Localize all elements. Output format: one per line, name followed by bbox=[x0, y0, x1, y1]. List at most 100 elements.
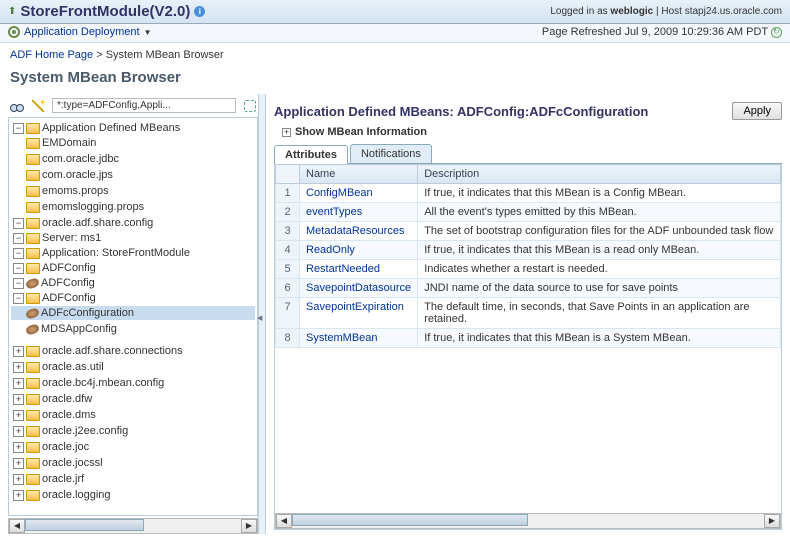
tree-item[interactable]: oracle.logging bbox=[42, 489, 111, 501]
tab-attributes[interactable]: Attributes bbox=[274, 145, 348, 164]
binoculars-icon[interactable] bbox=[10, 100, 24, 112]
table-row[interactable]: 6SavepointDatasourceJNDI name of the dat… bbox=[276, 279, 781, 298]
expand-icon[interactable]: + bbox=[13, 426, 24, 437]
tree-item[interactable]: oracle.joc bbox=[42, 441, 89, 453]
expand-icon[interactable]: + bbox=[13, 458, 24, 469]
collapse-icon[interactable]: − bbox=[13, 263, 24, 274]
collapse-icon[interactable]: − bbox=[13, 123, 24, 134]
folder-icon bbox=[26, 202, 40, 213]
apply-button[interactable]: Apply bbox=[732, 102, 782, 120]
tree-item[interactable]: oracle.j2ee.config bbox=[42, 425, 128, 437]
attr-link[interactable]: eventTypes bbox=[306, 206, 362, 218]
col-desc[interactable]: Description bbox=[418, 165, 781, 184]
attr-link[interactable]: SavepointDatasource bbox=[306, 282, 411, 294]
table-row[interactable]: 5RestartNeededIndicates whether a restar… bbox=[276, 260, 781, 279]
tree-toolbar: *:type=ADFConfig,Appli... bbox=[8, 94, 258, 117]
tree-item[interactable]: Application: StoreFrontModule bbox=[42, 247, 190, 259]
folder-icon bbox=[26, 426, 40, 437]
tree-item-selected[interactable]: ADFcConfiguration bbox=[11, 306, 255, 320]
tree-item[interactable]: oracle.dfw bbox=[42, 393, 92, 405]
breadcrumb-home[interactable]: ADF Home Page bbox=[10, 49, 93, 61]
table-hscroll[interactable]: ◀ ▶ bbox=[275, 513, 781, 529]
tree-item[interactable]: com.oracle.jps bbox=[42, 169, 113, 181]
attr-link[interactable]: ReadOnly bbox=[306, 244, 355, 256]
table-row[interactable]: 8SystemMBeanIf true, it indicates that t… bbox=[276, 329, 781, 348]
tree-item[interactable]: EMDomain bbox=[42, 137, 96, 149]
tree-item[interactable]: oracle.dms bbox=[42, 409, 96, 421]
scroll-left-icon[interactable]: ◀ bbox=[9, 519, 25, 533]
tree-item[interactable]: oracle.as.util bbox=[42, 361, 104, 373]
row-num: 6 bbox=[276, 279, 300, 298]
expand-icon[interactable]: + bbox=[282, 128, 291, 137]
expand-icon[interactable]: + bbox=[13, 410, 24, 421]
show-mbean-info[interactable]: + Show MBean Information bbox=[274, 124, 782, 144]
refresh-icon[interactable] bbox=[244, 100, 256, 112]
tree-item[interactable]: emomslogging.props bbox=[42, 201, 144, 213]
tree-item[interactable]: oracle.adf.share.config bbox=[42, 217, 153, 229]
tree-item[interactable]: ADFConfig bbox=[42, 262, 96, 274]
tree-item[interactable]: oracle.jocssl bbox=[42, 457, 103, 469]
tree-item[interactable]: oracle.adf.share.connections bbox=[42, 345, 183, 357]
tab-notifications[interactable]: Notifications bbox=[350, 144, 432, 163]
tree-item[interactable]: ADFConfig bbox=[42, 292, 96, 304]
tree-item[interactable]: com.oracle.jdbc bbox=[42, 153, 119, 165]
row-num: 8 bbox=[276, 329, 300, 348]
attr-link[interactable]: SystemMBean bbox=[306, 332, 378, 344]
collapse-icon[interactable]: − bbox=[13, 278, 24, 289]
attr-link[interactable]: MetadataResources bbox=[306, 225, 404, 237]
header-bar: ⬆ StoreFrontModule(V2.0) i Logged in as … bbox=[0, 0, 790, 24]
scroll-right-icon[interactable]: ▶ bbox=[764, 514, 780, 528]
expand-icon[interactable]: + bbox=[13, 362, 24, 373]
attr-desc: All the event's types emitted by this MB… bbox=[418, 203, 781, 222]
tree-item[interactable]: MDSAppConfig bbox=[41, 323, 117, 335]
attr-link[interactable]: SavepointExpiration bbox=[306, 301, 404, 313]
tree-hscroll[interactable]: ◀ ▶ bbox=[8, 518, 258, 534]
expand-icon[interactable]: + bbox=[13, 394, 24, 405]
splitter[interactable] bbox=[258, 94, 266, 534]
tree-root[interactable]: Application Defined MBeans bbox=[42, 122, 180, 134]
scroll-right-icon[interactable]: ▶ bbox=[241, 519, 257, 533]
expand-icon[interactable]: + bbox=[13, 346, 24, 357]
folder-icon bbox=[26, 490, 40, 501]
table-row[interactable]: 3MetadataResourcesThe set of bootstrap c… bbox=[276, 222, 781, 241]
folder-icon bbox=[26, 293, 40, 304]
collapse-icon[interactable]: − bbox=[13, 293, 24, 304]
tree-item[interactable]: emoms.props bbox=[42, 185, 109, 197]
expand-icon[interactable]: + bbox=[13, 378, 24, 389]
tree-item[interactable]: oracle.jrf bbox=[42, 473, 84, 485]
collapse-icon[interactable]: − bbox=[13, 233, 24, 244]
scroll-left-icon[interactable]: ◀ bbox=[276, 514, 292, 528]
info-icon[interactable]: i bbox=[194, 6, 205, 17]
folder-icon bbox=[26, 410, 40, 421]
collapse-icon[interactable]: − bbox=[13, 218, 24, 229]
chevron-down-icon[interactable]: ▼ bbox=[144, 28, 152, 37]
expand-icon[interactable]: + bbox=[13, 442, 24, 453]
folder-icon bbox=[26, 474, 40, 485]
attr-link[interactable]: RestartNeeded bbox=[306, 263, 380, 275]
table-row[interactable]: 1ConfigMBeanIf true, it indicates that t… bbox=[276, 184, 781, 203]
wand-icon[interactable] bbox=[32, 100, 44, 112]
mbean-tree[interactable]: − Application Defined MBeans EMDomain com… bbox=[8, 117, 258, 516]
expand-icon[interactable]: + bbox=[13, 474, 24, 485]
tree-item[interactable]: Server: ms1 bbox=[42, 232, 101, 244]
attr-link[interactable]: ConfigMBean bbox=[306, 187, 373, 199]
deployment-menu[interactable]: Application Deployment bbox=[24, 26, 140, 38]
table-row[interactable]: 4ReadOnlyIf true, it indicates that this… bbox=[276, 241, 781, 260]
show-info-label: Show MBean Information bbox=[295, 126, 427, 138]
page-title: System MBean Browser bbox=[0, 67, 790, 94]
table-row[interactable]: 2eventTypesAll the event's types emitted… bbox=[276, 203, 781, 222]
path-input[interactable]: *:type=ADFConfig,Appli... bbox=[52, 98, 236, 113]
expand-icon[interactable]: + bbox=[13, 490, 24, 501]
refresh-icon[interactable]: ↻ bbox=[771, 27, 782, 38]
row-num: 3 bbox=[276, 222, 300, 241]
table-row[interactable]: 7SavepointExpirationThe default time, in… bbox=[276, 298, 781, 329]
folder-icon bbox=[26, 263, 40, 274]
bean-icon bbox=[25, 277, 40, 289]
up-arrow-icon[interactable]: ⬆ bbox=[8, 6, 16, 17]
col-name[interactable]: Name bbox=[300, 165, 418, 184]
folder-icon bbox=[26, 362, 40, 373]
row-num: 7 bbox=[276, 298, 300, 329]
collapse-icon[interactable]: − bbox=[13, 248, 24, 259]
tree-item[interactable]: ADFConfig bbox=[41, 277, 95, 289]
tree-item[interactable]: oracle.bc4j.mbean.config bbox=[42, 377, 164, 389]
